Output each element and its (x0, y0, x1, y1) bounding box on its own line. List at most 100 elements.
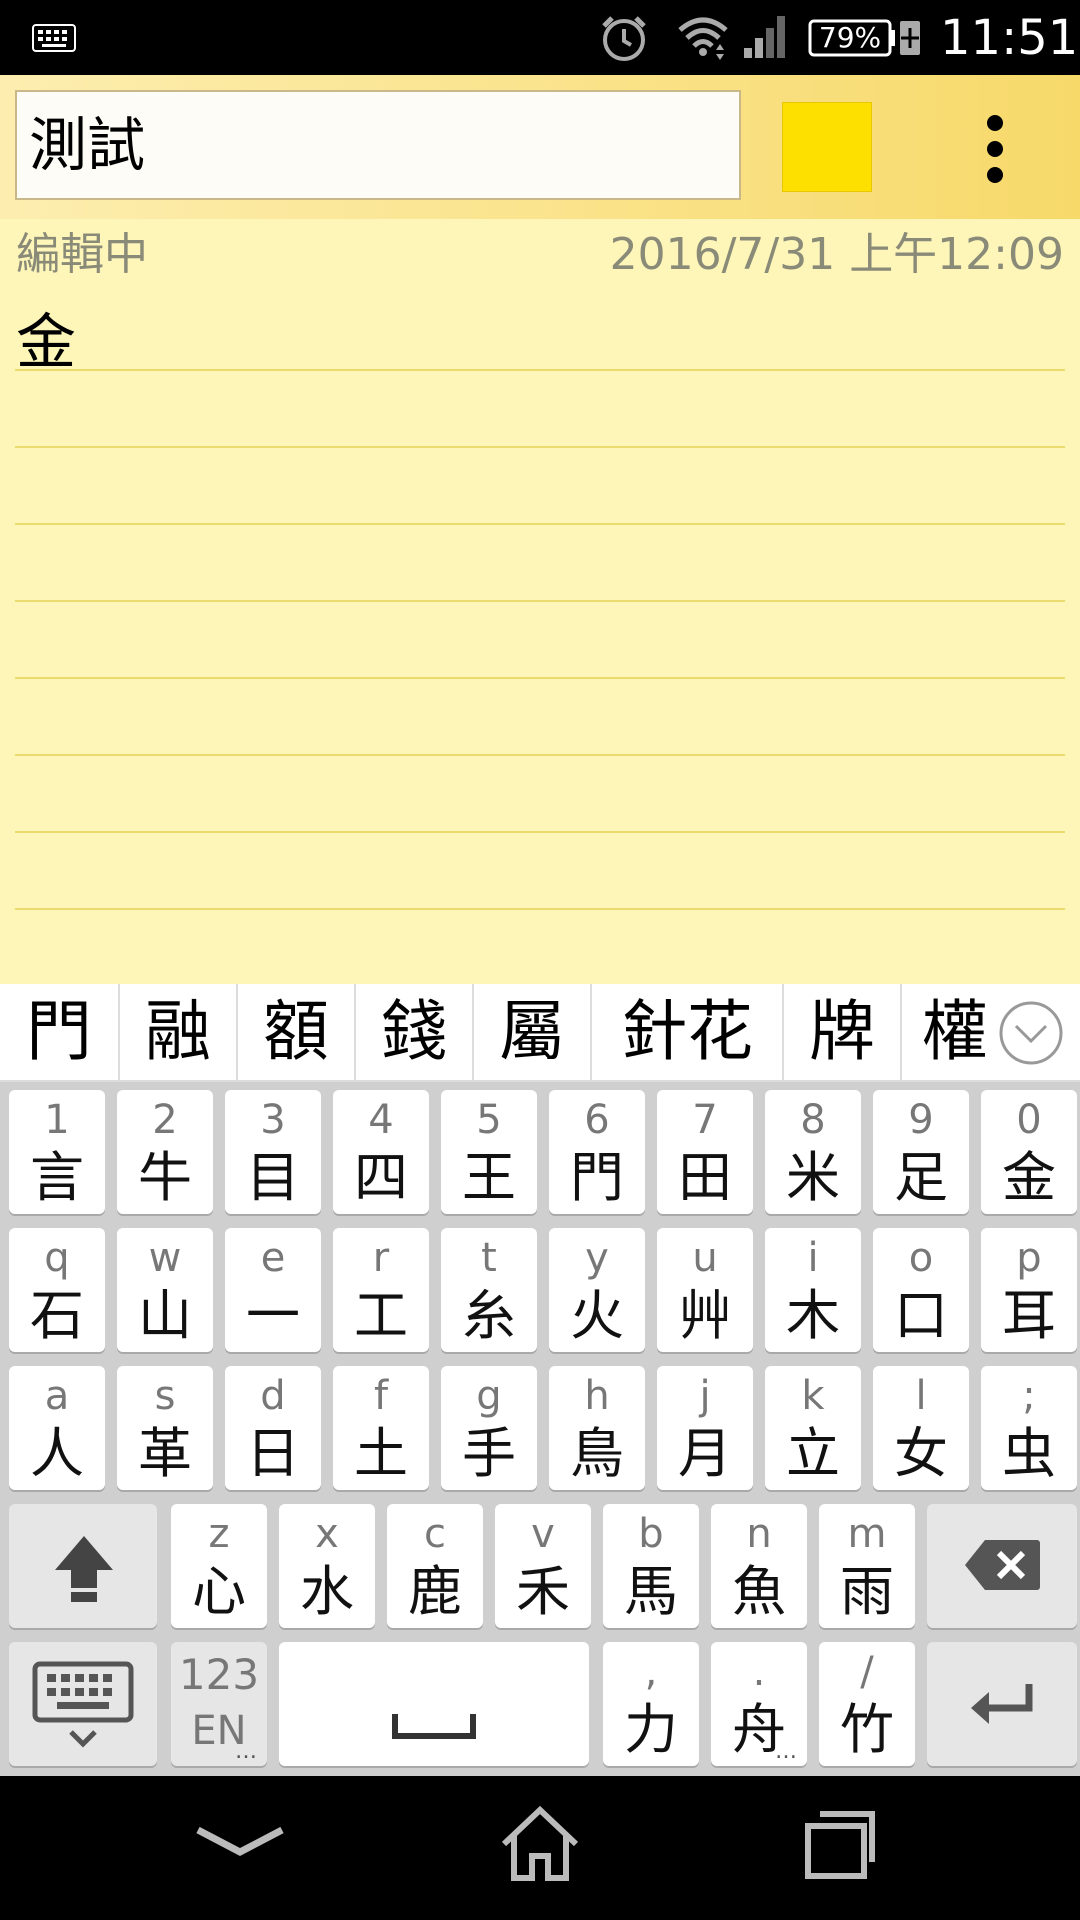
key-secondary-label: c (424, 1511, 446, 1557)
key[interactable]: d日 (225, 1366, 321, 1490)
key-primary-label: 口 (894, 1284, 948, 1347)
shift-arrow-icon (55, 1536, 113, 1602)
note-timestamp: 2016/7/31 上午12:09 (609, 229, 1064, 280)
ruled-line (15, 831, 1065, 833)
key[interactable]: ; 虫 (981, 1366, 1077, 1490)
mode-switch-key[interactable]: 123 EN … (171, 1642, 267, 1766)
key[interactable]: n魚 (711, 1504, 807, 1628)
key[interactable]: / 竹 (819, 1642, 915, 1766)
key-primary-label: 力 (624, 1698, 678, 1761)
key-primary-label: 竹 (840, 1698, 894, 1761)
key-primary-label: 革 (138, 1422, 192, 1485)
key-primary-label: 王 (462, 1146, 516, 1209)
key[interactable]: u艸 (657, 1228, 753, 1352)
key-secondary-label: m (847, 1511, 887, 1557)
key[interactable]: f土 (333, 1366, 429, 1490)
key[interactable]: m雨 (819, 1504, 915, 1628)
key-primary-label: 言 (30, 1146, 84, 1209)
candidate-item[interactable]: 針花 (592, 984, 782, 1080)
space-key[interactable] (279, 1642, 589, 1766)
candidate-item[interactable]: 額 (238, 984, 354, 1080)
key-primary-label: 四 (354, 1146, 408, 1209)
key-primary-label: 日 (246, 1422, 300, 1485)
note-color-button[interactable] (782, 102, 872, 192)
key-primary-label: 雨 (840, 1560, 894, 1623)
status-bar: 79% 11:51 (0, 0, 1080, 75)
key[interactable]: t糸 (441, 1228, 537, 1352)
key[interactable]: z心 (171, 1504, 267, 1628)
key[interactable]: 2牛 (117, 1090, 213, 1214)
candidate-item[interactable]: 牌 (784, 984, 900, 1080)
key[interactable]: j月 (657, 1366, 753, 1490)
more-options-icon[interactable] (975, 115, 1015, 185)
key[interactable]: x水 (279, 1504, 375, 1628)
key-primary-label: 月 (678, 1422, 732, 1485)
key-secondary-label: y (585, 1235, 609, 1281)
ruled-line (15, 369, 1065, 371)
ruled-line (15, 677, 1065, 679)
key-primary-label: 心 (192, 1560, 246, 1623)
key-primary-label: 女 (894, 1422, 948, 1485)
recents-icon[interactable] (804, 1806, 876, 1882)
key-secondary-label: l (915, 1373, 927, 1419)
key[interactable]: 7田 (657, 1090, 753, 1214)
key[interactable]: 1言 (9, 1090, 105, 1214)
key[interactable]: l女 (873, 1366, 969, 1490)
key-secondary-label: k (801, 1373, 825, 1419)
note-body[interactable]: 編輯中 2016/7/31 上午12:09 金 (0, 219, 1080, 984)
key-primary-label: 糸 (462, 1284, 516, 1347)
key-secondary-label: r (372, 1235, 390, 1281)
backspace-key[interactable] (927, 1504, 1077, 1628)
key-primary-label: 土 (354, 1422, 408, 1485)
ruled-line (15, 908, 1065, 910)
key[interactable]: w山 (117, 1228, 213, 1352)
key[interactable]: o口 (873, 1228, 969, 1352)
wifi-icon (678, 17, 728, 60)
space-icon (392, 1714, 476, 1739)
key[interactable]: e一 (225, 1228, 321, 1352)
key[interactable]: s革 (117, 1366, 213, 1490)
key-secondary-label: 4 (368, 1097, 394, 1143)
candidate-item[interactable]: 門 (0, 984, 118, 1080)
key[interactable]: g手 (441, 1366, 537, 1490)
enter-key[interactable] (927, 1642, 1077, 1766)
key[interactable]: ,力 (603, 1642, 699, 1766)
key[interactable]: q石 (9, 1228, 105, 1352)
key[interactable]: k立 (765, 1366, 861, 1490)
key-primary-label: 魚 (732, 1560, 786, 1623)
key[interactable]: 8米 (765, 1090, 861, 1214)
key[interactable]: 5王 (441, 1090, 537, 1214)
ruled-line (15, 446, 1065, 448)
back-icon[interactable] (194, 1822, 286, 1862)
key[interactable]: y火 (549, 1228, 645, 1352)
key[interactable]: 0金 (981, 1090, 1077, 1214)
candidate-item[interactable]: 屬 (474, 984, 590, 1080)
key[interactable]: 4四 (333, 1090, 429, 1214)
key-secondary-label: 3 (260, 1097, 286, 1143)
key[interactable]: c鹿 (387, 1504, 483, 1628)
key[interactable]: p耳 (981, 1228, 1077, 1352)
key[interactable]: a人 (9, 1366, 105, 1490)
key[interactable]: b馬 (603, 1504, 699, 1628)
shift-key[interactable] (9, 1504, 157, 1628)
key[interactable]: 3目 (225, 1090, 321, 1214)
key[interactable]: h鳥 (549, 1366, 645, 1490)
candidate-item[interactable]: 融 (120, 984, 236, 1080)
candidate-item[interactable]: 錢 (356, 984, 472, 1080)
candidate-item[interactable]: 權 (902, 984, 986, 1080)
key-secondary-label: / (860, 1649, 874, 1695)
key[interactable]: v禾 (495, 1504, 591, 1628)
enter-icon (971, 1684, 1033, 1724)
key[interactable]: . 舟… (711, 1642, 807, 1766)
key[interactable]: r工 (333, 1228, 429, 1352)
key-primary-label: 鳥 (570, 1422, 624, 1485)
key[interactable]: 9足 (873, 1090, 969, 1214)
expand-candidates-icon[interactable] (998, 1000, 1064, 1066)
clock-time: 11:51 (940, 10, 1079, 66)
home-icon[interactable] (498, 1804, 582, 1884)
key[interactable]: 6門 (549, 1090, 645, 1214)
keyboard-switch-key[interactable] (9, 1642, 157, 1766)
key-secondary-label: g (476, 1373, 502, 1419)
note-title-input[interactable]: 測試 (15, 90, 741, 200)
key[interactable]: i木 (765, 1228, 861, 1352)
